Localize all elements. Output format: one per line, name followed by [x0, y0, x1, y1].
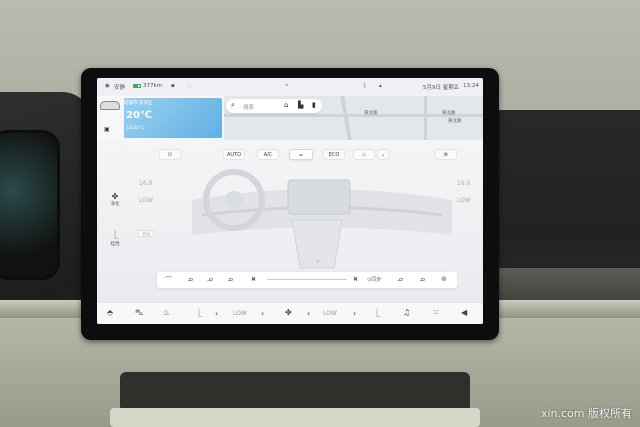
sync-label: 同步 — [371, 277, 382, 283]
console-lip — [110, 408, 480, 427]
infotainment-screen: ◉ 安静 377km ▪ ◌ ⌖ ᛒ ▴ 5月9日 星期五 13:24 ▣ 成都… — [97, 78, 483, 324]
seat-heat-toggle[interactable]: 关闭 — [138, 230, 154, 237]
weather-range: 14/24℃ — [126, 126, 145, 131]
climate-app-icon[interactable]: ♨ — [163, 308, 170, 317]
seat-button[interactable]: ⎿ 挂挡 — [106, 230, 124, 247]
map-label: 黄龙路 — [442, 111, 456, 116]
airflow-defrost-icon[interactable]: ⊛ — [441, 275, 447, 283]
airflow-feet-right-icon[interactable]: ᓄ — [419, 275, 425, 283]
map-road — [424, 96, 427, 140]
left-temp[interactable]: 16.0 — [139, 180, 152, 187]
camera-icon[interactable]: ▣ — [104, 126, 110, 133]
car-thumbnail[interactable] — [100, 101, 120, 110]
left-fan-level[interactable]: LOW — [139, 197, 153, 204]
apps-grid-icon[interactable]: ⁙ — [433, 308, 440, 317]
search-icon: ⌕ — [231, 101, 235, 109]
airflow-body-icon[interactable]: ᓄ — [187, 275, 193, 283]
airflow-face-right-icon[interactable]: ᓄ — [397, 275, 403, 283]
right-temp[interactable]: 16.0 — [457, 180, 470, 187]
signal-icon: ▪ — [171, 83, 175, 89]
airflow-mixed-icon[interactable]: ᓄ — [227, 275, 233, 283]
range-indicator: 377km — [133, 83, 162, 89]
weather-location: 成都市 双流区 — [124, 101, 153, 106]
sync-button[interactable]: ⊙同步 — [367, 276, 381, 283]
right-fan-level[interactable]: LOW — [457, 197, 471, 204]
car-interior-photo: ◉ 安静 377km ▪ ◌ ⌖ ᛒ ▴ 5月9日 星期五 13:24 ▣ 成都… — [0, 0, 640, 427]
bottom-dock: ⬘ ⛍ ♨ ⎿ ‹ LOW › ✤ ‹ LOW › ⎿ ♫ ⁙ ◀ — [97, 302, 483, 324]
car-app-icon[interactable]: ⛍ — [135, 308, 143, 318]
left-seat-heat-level: LOW — [233, 310, 247, 317]
instrument-cluster — [0, 130, 60, 280]
chevron-down-icon[interactable]: ⌄ — [315, 256, 321, 264]
weather-panel[interactable]: ▣ 成都市 双流区 20℃ 14/24℃ — [97, 96, 224, 140]
map-view[interactable]: 黄龙路 黄龙路 黄龙路 ⌕ 搜索 ⌂ ▙ ▮ — [224, 96, 483, 140]
map-search-bar[interactable]: ⌕ 搜索 ⌂ ▙ ▮ — [226, 99, 322, 113]
home-icon[interactable]: ⌂ — [284, 101, 288, 109]
weather-temperature: 20℃ — [126, 110, 153, 121]
airflow-control-bar: ⌒ ᓄ ᓄ ᓄ ✖ ✖ ⊙同步 ᓄ ᓄ ⊛ — [157, 272, 457, 288]
status-bar: ◉ 安静 377km ▪ ◌ ⌖ ᛒ ▴ 5月9日 星期五 13:24 — [97, 78, 483, 96]
bluetooth-icon: ᛒ — [363, 83, 367, 89]
airflow-face-icon[interactable]: ⌒ — [165, 275, 172, 285]
office-icon[interactable]: ▙ — [298, 101, 303, 109]
fan-icon[interactable]: ✤ — [285, 308, 292, 317]
fan-speed-slider[interactable] — [267, 279, 347, 280]
music-icon[interactable]: ♫ — [403, 308, 410, 317]
right-seat-heat-level: LOW — [323, 310, 337, 317]
defrost-button[interactable]: ♨ — [353, 149, 375, 160]
fan-icon: ✤ — [111, 192, 119, 201]
favorite-icon[interactable]: ▮ — [312, 101, 316, 109]
right-seat-icon[interactable]: ⎿ — [373, 308, 381, 319]
fan-high-icon[interactable]: ✖ — [353, 276, 358, 283]
time-label: 13:24 — [463, 83, 479, 89]
battery-icon — [133, 83, 141, 88]
chevron-down-icon[interactable]: ⌄ — [377, 149, 389, 160]
recirculation-button[interactable]: ⌓ — [289, 149, 313, 160]
console-slot — [120, 372, 470, 412]
status-mode-label: 安静 — [114, 85, 126, 91]
chevron-right-icon[interactable]: › — [353, 309, 356, 318]
map-label: 黄龙路 — [448, 119, 462, 124]
fan-low-icon[interactable]: ✖ — [251, 276, 256, 283]
chevron-left-icon[interactable]: ‹ — [307, 309, 310, 318]
seat-label: 挂挡 — [110, 242, 120, 247]
weather-card[interactable]: 成都市 双流区 20℃ 14/24℃ — [124, 98, 222, 138]
range-value: 377km — [143, 83, 163, 89]
air-vent — [490, 268, 640, 302]
auto-button[interactable]: AUTO — [223, 149, 245, 160]
seat-icon: ⎿ — [111, 231, 119, 240]
wifi-icon: ◌ — [187, 83, 192, 89]
home-app-icon[interactable]: ⬘ — [107, 308, 113, 317]
ac-button[interactable]: A/C — [257, 149, 279, 160]
left-seat-icon[interactable]: ⎿ — [195, 308, 203, 319]
airflow-feet-icon[interactable]: ᓄ — [207, 275, 213, 283]
map-road — [340, 96, 352, 140]
search-placeholder: 搜索 — [243, 104, 255, 111]
profile-icon[interactable]: ◉ — [105, 83, 110, 89]
purify-button[interactable]: ✤ 净化 — [106, 192, 124, 207]
watermark: xin.com 版权所有 — [540, 407, 632, 420]
eco-button[interactable]: ECO — [323, 149, 345, 160]
purify-label: 净化 — [110, 202, 120, 207]
climate-panel: ⏻ AUTO A/C ⌓ ECO ♨ ⌄ ⚙ ✤ 净化 ⎿ 挂挡 16.0 LO… — [97, 140, 483, 302]
network-icon: ▴ — [379, 83, 382, 89]
volume-icon[interactable]: ◀ — [461, 308, 467, 317]
chevron-right-icon[interactable]: › — [261, 309, 264, 318]
location-icon: ⌖ — [285, 81, 289, 89]
date-label: 5月9日 星期五 — [423, 85, 460, 91]
settings-button[interactable]: ⚙ — [435, 149, 457, 160]
power-button[interactable]: ⏻ — [159, 149, 181, 160]
chevron-left-icon[interactable]: ‹ — [215, 309, 218, 318]
cabin-illustration: ⌄ — [192, 169, 452, 269]
map-label: 黄龙路 — [364, 111, 378, 116]
